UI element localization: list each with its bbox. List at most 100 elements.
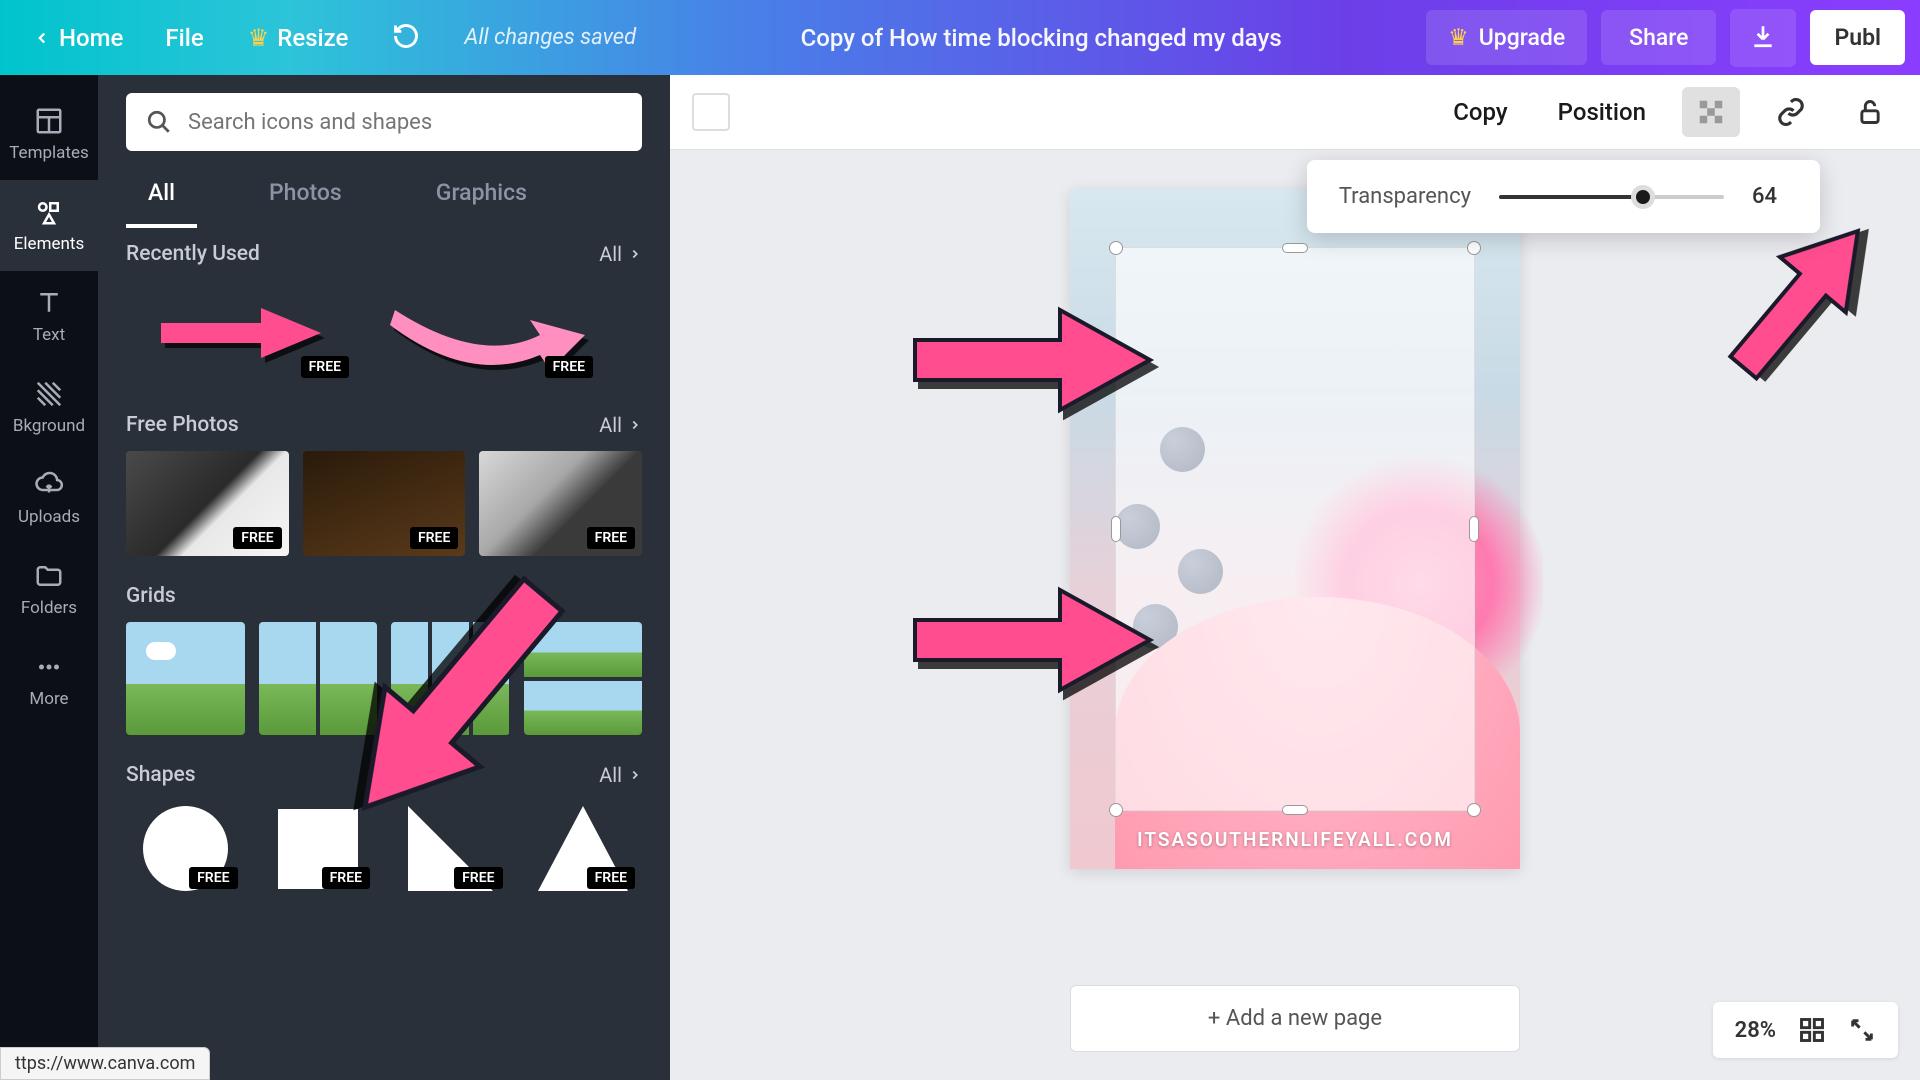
resize-handle[interactable] [1467, 803, 1481, 817]
sidebar-item-text[interactable]: Text [0, 271, 98, 362]
free-badge: FREE [233, 527, 281, 549]
sidebar-item-uploads[interactable]: Uploads [0, 453, 98, 544]
element-thumb-curved-arrow[interactable]: FREE [370, 280, 600, 385]
transparency-slider[interactable] [1499, 195, 1724, 199]
upgrade-label: Upgrade [1479, 24, 1565, 51]
undo-button[interactable] [368, 12, 444, 64]
selection-overlay[interactable] [1115, 247, 1475, 811]
undo-icon [392, 22, 420, 50]
zoom-level[interactable]: 28% [1735, 1018, 1776, 1043]
templates-icon [34, 106, 64, 136]
background-icon [34, 379, 64, 409]
element-thumb-arrow[interactable]: FREE [126, 280, 356, 385]
resize-handle[interactable] [1282, 805, 1308, 815]
see-all-button[interactable]: All [599, 242, 642, 266]
browser-status-bar: ttps://www.canva.com [0, 1047, 210, 1080]
grid-thumb[interactable] [126, 622, 245, 735]
color-swatch[interactable] [692, 93, 730, 131]
resize-handle[interactable] [1469, 516, 1479, 542]
see-all-button[interactable]: All [599, 413, 642, 437]
search-box[interactable] [126, 93, 642, 151]
tab-all[interactable]: All [126, 165, 197, 228]
transparency-icon [1696, 97, 1726, 127]
sidebar-item-more[interactable]: More [0, 635, 98, 726]
download-button[interactable] [1730, 9, 1796, 67]
chevron-right-icon [628, 768, 642, 782]
transparency-label: Transparency [1339, 184, 1471, 209]
search-input[interactable] [188, 110, 622, 135]
link-button[interactable] [1762, 87, 1820, 137]
resize-handle[interactable] [1467, 241, 1481, 255]
sidebar-label: Elements [14, 234, 84, 254]
photo-thumb[interactable]: FREE [126, 451, 289, 556]
sidebar-item-templates[interactable]: Templates [0, 89, 98, 180]
section-title: Free Photos [126, 413, 239, 437]
canvas-page[interactable]: ITSASOUTHERNLIFEYALL.COM [1070, 189, 1520, 869]
chevron-right-icon [628, 418, 642, 432]
elements-panel: All Photos Graphics Recently Used All FR… [98, 75, 670, 1080]
free-badge: FREE [587, 867, 635, 889]
sidebar-item-elements[interactable]: Elements [0, 180, 98, 271]
add-page-button[interactable]: + Add a new page [1070, 985, 1520, 1052]
panel-tabs: All Photos Graphics [98, 165, 670, 228]
transparency-button[interactable] [1682, 87, 1740, 137]
free-badge: FREE [301, 356, 349, 378]
copy-button[interactable]: Copy [1439, 88, 1521, 136]
section-title: Shapes [126, 763, 196, 787]
sidebar-item-folders[interactable]: Folders [0, 544, 98, 635]
sidebar-label: Folders [21, 598, 77, 618]
search-icon [146, 109, 172, 135]
elements-icon [34, 197, 64, 227]
zoom-controls: 28% [1713, 1002, 1898, 1058]
home-button[interactable]: Home [15, 14, 141, 62]
canvas-watermark: ITSASOUTHERNLIFEYALL.COM [1070, 828, 1520, 851]
chevron-left-icon [33, 29, 51, 47]
resize-handle[interactable] [1282, 243, 1308, 253]
position-button[interactable]: Position [1544, 88, 1660, 136]
document-title[interactable]: Copy of How time blocking changed my day… [656, 24, 1426, 52]
crown-icon: ♛ [248, 24, 270, 52]
resize-handle[interactable] [1109, 803, 1123, 817]
grid-view-icon[interactable] [1798, 1016, 1826, 1044]
publish-button[interactable]: Publ [1810, 10, 1905, 65]
tab-photos[interactable]: Photos [247, 165, 364, 228]
free-badge: FREE [545, 356, 593, 378]
tab-graphics[interactable]: Graphics [414, 165, 549, 228]
shape-circle[interactable]: FREE [126, 801, 245, 896]
tool-sidebar: Templates Elements Text Bkground Uploads… [0, 75, 98, 1080]
free-badge: FREE [587, 527, 635, 549]
resize-label: Resize [277, 24, 348, 52]
file-menu[interactable]: File [141, 14, 227, 62]
canvas-area: Copy Position Transparency 64 [670, 75, 1920, 1080]
download-icon [1750, 23, 1776, 49]
chevron-right-icon [628, 247, 642, 261]
sidebar-label: Templates [9, 143, 89, 163]
sidebar-item-background[interactable]: Bkground [0, 362, 98, 453]
sidebar-label: Uploads [18, 507, 80, 527]
section-title: Grids [126, 584, 176, 608]
save-status: All changes saved [444, 15, 656, 60]
resize-handle[interactable] [1111, 516, 1121, 542]
transparency-value: 64 [1752, 184, 1788, 209]
section-free-photos: Free Photos All FREE FREE FREE [98, 399, 670, 570]
share-button[interactable]: Share [1601, 10, 1716, 65]
see-all-button[interactable]: All [599, 763, 642, 787]
transparency-popup: Transparency 64 [1307, 160, 1820, 233]
folder-icon [34, 561, 64, 591]
fullscreen-icon[interactable] [1848, 1016, 1876, 1044]
resize-button[interactable]: ♛ Resize [228, 14, 369, 62]
free-badge: FREE [454, 867, 502, 889]
slider-handle[interactable] [1631, 185, 1655, 209]
shape-triangle[interactable]: FREE [524, 801, 643, 896]
lock-button[interactable] [1842, 88, 1898, 136]
sidebar-label: Text [33, 325, 65, 345]
link-icon [1776, 97, 1806, 127]
photo-thumb[interactable]: FREE [303, 451, 466, 556]
upgrade-button[interactable]: ♛ Upgrade [1426, 10, 1587, 65]
free-badge: FREE [410, 527, 458, 549]
lock-icon [1856, 98, 1884, 126]
resize-handle[interactable] [1109, 241, 1123, 255]
text-icon [34, 288, 64, 318]
sidebar-label: Bkground [13, 416, 85, 436]
annotation-arrow [900, 295, 1160, 425]
